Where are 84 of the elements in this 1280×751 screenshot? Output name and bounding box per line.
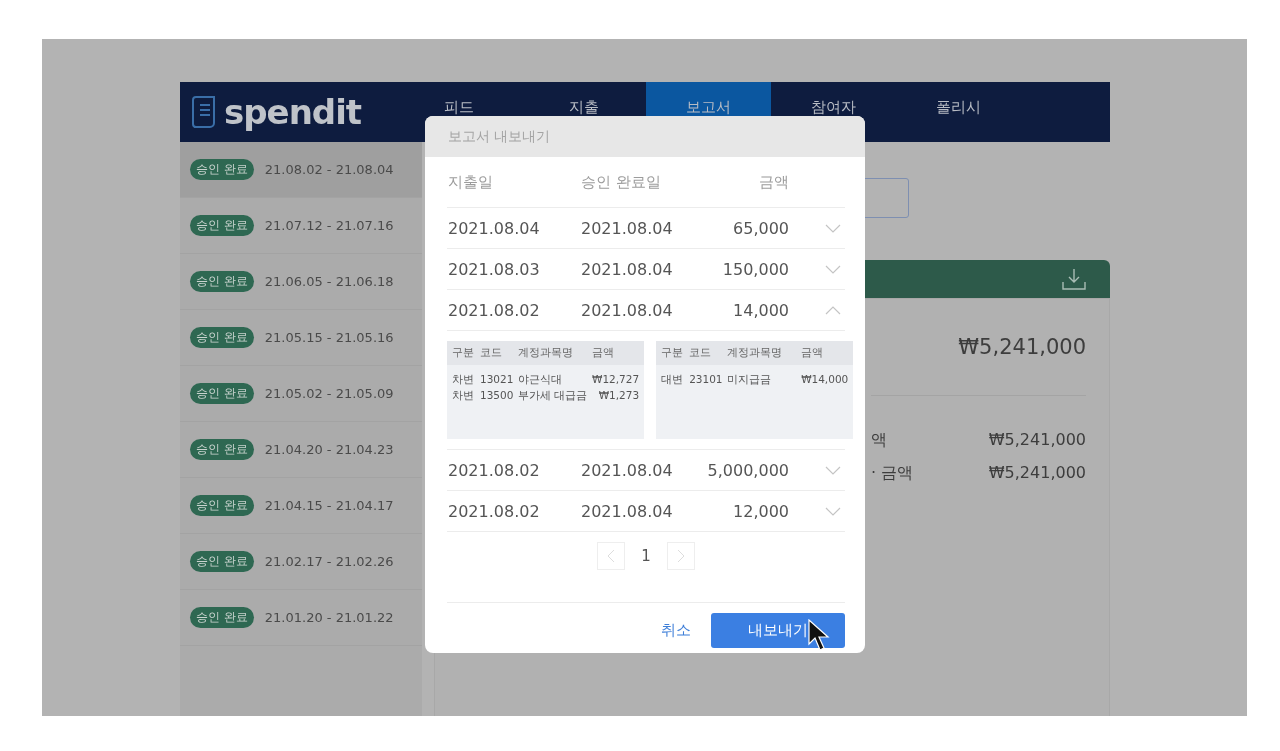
nav-tab[interactable]: 폴리시 xyxy=(896,82,1021,142)
table-cell-text: 부가세 대급금 xyxy=(518,388,589,403)
table-cell-text: 대변 xyxy=(661,372,685,387)
page-number[interactable]: 1 xyxy=(641,547,651,565)
summary-label: · 금액 xyxy=(871,463,914,484)
status-badge: 승인 완료 xyxy=(190,159,254,180)
expense-row[interactable]: 2021.08.02 2021.08.04 14,000 xyxy=(447,290,845,331)
table-cell-text: 12,000 xyxy=(732,501,789,521)
status-badge: 승인 완료 xyxy=(190,607,254,628)
status-badge: 승인 완료 xyxy=(190,551,254,572)
column-header: 코드 xyxy=(689,346,713,360)
chevron-left-icon xyxy=(607,549,616,563)
next-page-button[interactable] xyxy=(666,542,695,570)
column-header: 승인 완료일 xyxy=(581,172,662,192)
table-cell-text: 2021.08.03 xyxy=(448,259,541,279)
status-badge: 승인 완료 xyxy=(190,383,254,404)
chevron-down-icon[interactable] xyxy=(825,223,841,233)
table-cell-text: 2021.08.04 xyxy=(581,501,674,521)
column-header: 구분 xyxy=(452,346,475,360)
summary-value: ₩5,241,000 xyxy=(988,463,1086,484)
table-cell-text: 13021 xyxy=(480,372,515,387)
table-cell-text: 150,000 xyxy=(721,259,789,279)
table-cell-text: 2021.08.04 xyxy=(581,259,674,279)
column-header: 금액 xyxy=(592,346,615,360)
chevron-right-icon xyxy=(676,549,685,563)
table-cell-text: ₩1,273 xyxy=(597,388,640,403)
report-period: 21.02.17 - 21.02.26 xyxy=(264,554,394,569)
status-badge: 승인 완료 xyxy=(190,495,254,516)
table-cell-text: 2021.08.04 xyxy=(581,300,674,320)
table-cell-text: 13500 xyxy=(480,388,515,403)
status-badge: 승인 완료 xyxy=(190,271,254,292)
status-badge: 승인 완료 xyxy=(190,439,254,460)
cancel-button[interactable]: 취소 xyxy=(657,617,695,644)
table-cell-text: 2021.08.04 xyxy=(581,460,674,480)
table-cell-text: 14,000 xyxy=(732,300,789,320)
status-badge: 승인 완료 xyxy=(190,327,254,348)
chevron-down-icon[interactable] xyxy=(825,264,841,274)
table-cell-text: 2021.08.04 xyxy=(448,218,541,238)
column-header: 계정과목명 xyxy=(518,346,574,360)
table-cell-text: ₩14,000 xyxy=(801,372,849,387)
report-period: 21.04.20 - 21.04.23 xyxy=(264,442,394,457)
column-header: 구분 xyxy=(661,346,685,360)
column-header: 지출일 xyxy=(448,172,494,192)
table-cell-text: 미지급금 xyxy=(727,372,773,387)
column-header: 코드 xyxy=(480,346,503,360)
report-period: 21.05.02 - 21.05.09 xyxy=(264,386,394,401)
expense-row[interactable]: 2021.08.04 2021.08.04 65,000 xyxy=(447,208,845,249)
table-cell-text: 차변 xyxy=(452,372,475,387)
logo[interactable]: spendit xyxy=(224,92,362,132)
dialog-title: 보고서 내보내기 xyxy=(448,127,551,146)
previous-page-button[interactable] xyxy=(597,542,626,570)
table-cell-text: 65,000 xyxy=(732,218,789,238)
table-cell-text: 23101 xyxy=(689,372,724,387)
table-cell-text: 5,000,000 xyxy=(706,460,789,480)
chevron-down-icon[interactable] xyxy=(825,465,841,475)
total-amount: ₩5,241,000 xyxy=(958,335,1086,359)
table-cell-text: 차변 xyxy=(452,388,475,403)
column-header: 금액 xyxy=(801,346,825,360)
report-period: 21.06.05 - 21.06.18 xyxy=(264,274,394,289)
report-period: 21.05.15 - 21.05.16 xyxy=(264,330,394,345)
expense-row[interactable]: 2021.08.02 2021.08.04 12,000 xyxy=(447,491,845,532)
table-cell-text: 2021.08.02 xyxy=(448,460,541,480)
expense-row[interactable]: 2021.08.03 2021.08.04 150,000 xyxy=(447,249,845,290)
report-period: 21.01.20 - 21.01.22 xyxy=(264,610,394,625)
report-period: 21.04.15 - 21.04.17 xyxy=(264,498,394,513)
summary-label: 액 xyxy=(871,430,887,451)
chevron-down-icon[interactable] xyxy=(825,506,841,516)
scroll-icon xyxy=(190,94,218,130)
status-badge: 승인 완료 xyxy=(190,215,254,236)
table-cell-text: 2021.08.02 xyxy=(448,300,541,320)
table-cell-text: 2021.08.04 xyxy=(581,218,674,238)
table-cell-text: 2021.08.02 xyxy=(448,501,541,521)
summary-value: ₩5,241,000 xyxy=(988,430,1086,451)
chevron-up-icon[interactable] xyxy=(825,305,841,315)
report-period: 21.07.12 - 21.07.16 xyxy=(264,218,394,233)
expense-row[interactable]: 2021.08.02 2021.08.04 5,000,000 xyxy=(447,450,845,491)
download-icon[interactable] xyxy=(1062,268,1086,290)
column-header: 금액 xyxy=(758,172,789,192)
export-button[interactable]: 내보내기 xyxy=(711,613,845,648)
table-cell-text: ₩12,727 xyxy=(592,372,640,387)
table-cell-text: 야근식대 xyxy=(518,372,563,387)
report-list-item[interactable]: 승인 완료 21.08.02 - 21.08.04 xyxy=(180,142,422,198)
column-header: 계정과목명 xyxy=(727,346,784,360)
report-period: 21.08.02 - 21.08.04 xyxy=(264,162,394,177)
